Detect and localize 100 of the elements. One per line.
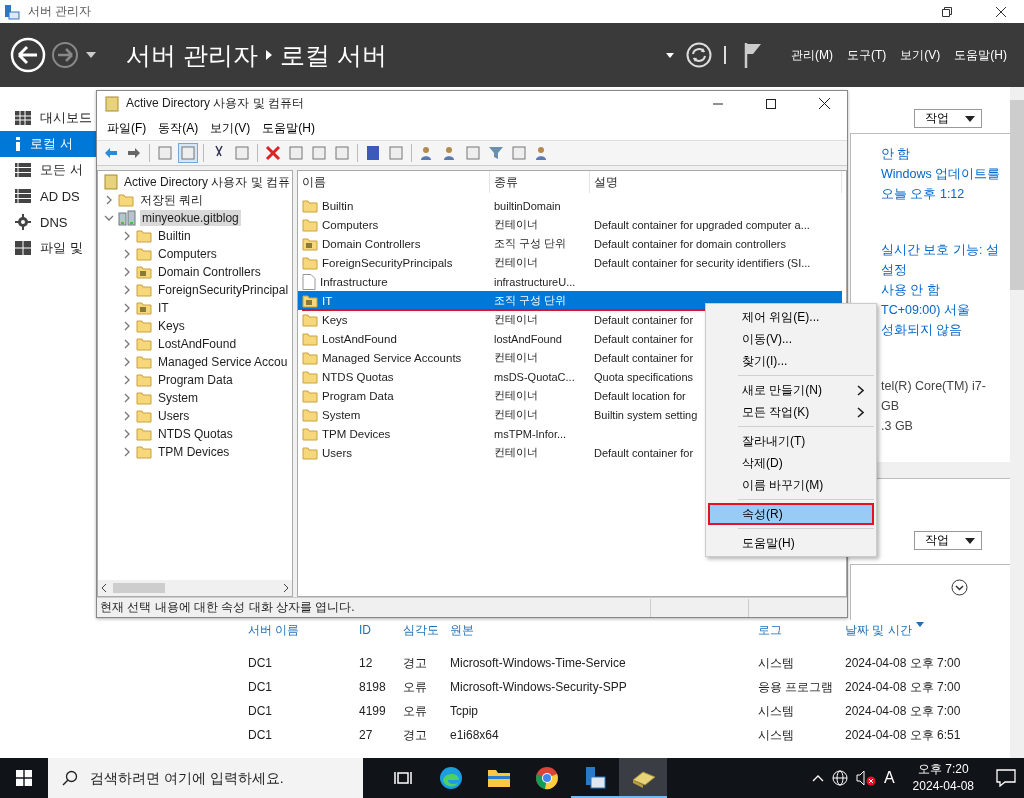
sort-arrow-icon — [915, 621, 924, 627]
list-row[interactable]: Builtin builtinDomain — [298, 196, 842, 215]
column-header[interactable]: 종류 — [490, 171, 590, 193]
property-link[interactable]: 성화되지 않음 — [881, 320, 963, 340]
sidebar-item[interactable]: 모든 서 — [0, 157, 96, 183]
tree-item[interactable]: Computers — [156, 246, 219, 262]
context-menu-item[interactable]: 속성(R) — [708, 503, 874, 525]
expand-chevron-icon[interactable] — [951, 579, 968, 596]
horizontal-scrollbar[interactable] — [98, 580, 292, 596]
property-link[interactable]: 실시간 보호 기능: 설 — [881, 240, 999, 260]
list-row[interactable]: Infrastructure infrastructureU... — [298, 272, 842, 291]
tree-item[interactable]: Builtin — [156, 228, 193, 244]
property-link[interactable]: 안 함 — [881, 144, 911, 164]
item-name: IT — [302, 293, 333, 308]
menu-item[interactable]: 도움말(H) — [256, 119, 321, 137]
tree-item[interactable]: 저장된 쿼리 — [138, 192, 206, 208]
menu-item[interactable]: 도구(T) — [840, 46, 894, 64]
menu-item[interactable]: 관리(M) — [784, 46, 840, 64]
tree-item[interactable]: minyeokue.gitblog — [140, 210, 241, 226]
context-menu-item[interactable]: 삭제(D) — [708, 452, 874, 474]
property-value: GB — [881, 398, 900, 415]
list-row[interactable]: Computers 컨테이너 Default container for upgraded computer a... — [298, 215, 842, 234]
tree-item[interactable]: Program Data — [156, 372, 235, 388]
property-link[interactable]: 설정 — [881, 260, 907, 280]
organizational-unit-icon — [136, 265, 152, 279]
sidebar-item[interactable]: DNS — [0, 209, 96, 235]
vertical-scrollbar[interactable] — [1010, 87, 1024, 758]
folder-icon — [302, 198, 318, 213]
menu-item[interactable]: 파일(F) — [101, 119, 153, 137]
taskbar-app-button[interactable] — [619, 758, 667, 798]
sidebar-item[interactable]: 대시보드 — [0, 105, 96, 131]
input-method-indicator[interactable]: A — [883, 769, 895, 787]
item-name: Program Data — [302, 388, 394, 403]
folder-icon — [487, 768, 511, 788]
table-cell-text: 응용 프로그램 — [758, 678, 835, 696]
item-type: 컨테이너 — [494, 312, 538, 327]
flag-icon[interactable] — [744, 42, 762, 68]
item-description: Default container for security identifiers (SI... — [594, 256, 811, 269]
column-header[interactable]: 날짜 및 시간 — [845, 621, 1008, 639]
item-description: Default container for upgraded computer a... — [594, 218, 810, 231]
column-header[interactable]: ID — [359, 623, 403, 637]
menu-item[interactable]: 동작(A) — [152, 119, 205, 137]
context-menu-item[interactable]: 모든 작업(K) — [708, 401, 874, 423]
folder-icon — [136, 337, 152, 351]
chevron-up-icon[interactable] — [811, 774, 824, 782]
context-menu-item[interactable]: 잘라내기(T) — [708, 430, 874, 452]
search-icon — [62, 770, 78, 786]
tree-item[interactable]: Keys — [156, 318, 187, 334]
close-icon — [818, 98, 830, 109]
column-header[interactable]: 이름 — [298, 171, 490, 193]
globe-icon[interactable] — [831, 770, 848, 786]
breadcrumb-item[interactable]: 로컬 서버 — [279, 38, 387, 72]
context-menu-item[interactable]: 이동(V)... — [708, 328, 874, 350]
search-field[interactable]: 검색하려면 여기에 입력하세요. — [48, 758, 363, 798]
item-name: System — [302, 407, 361, 422]
menu-item[interactable]: 보기(V) — [204, 119, 257, 137]
tree-item[interactable]: LostAndFound — [156, 336, 239, 352]
tree-item[interactable]: Managed Service Accou — [156, 354, 290, 370]
table-cell-text: DC1 — [248, 656, 273, 670]
back-button[interactable] — [10, 37, 46, 73]
list-row[interactable]: Domain Controllers 조직 구성 단위 Default container for domain controllers — [298, 234, 842, 253]
notification-icon[interactable] — [996, 769, 1016, 787]
sidebar-item[interactable]: AD DS — [0, 183, 96, 209]
menu-item[interactable]: 도움말(H) — [947, 46, 1014, 64]
tree-item[interactable]: Users — [156, 408, 192, 424]
forward-button[interactable] — [50, 40, 80, 70]
item-type: msTPM-Infor... — [494, 427, 567, 440]
tree-item[interactable]: IT — [156, 300, 171, 316]
column-header[interactable]: 심각도 — [403, 621, 450, 639]
clock[interactable]: 오후 7:20 2024-04-08 — [912, 761, 974, 795]
column-header[interactable]: 설명 — [590, 171, 842, 193]
column-header[interactable]: 원본 — [450, 621, 758, 639]
property-link[interactable]: Windows 업데이트를 — [881, 164, 1001, 184]
caret-down-icon[interactable] — [86, 52, 96, 58]
context-menu-item[interactable]: 이름 바꾸기(M) — [708, 474, 874, 496]
property-link[interactable]: 오늘 오후 1:12 — [881, 184, 965, 204]
speaker-muted-icon[interactable] — [855, 770, 876, 786]
tree-item[interactable]: Domain Controllers — [156, 264, 263, 280]
tree-item[interactable]: NTDS Quotas — [156, 426, 235, 442]
column-header[interactable]: 서버 이름 — [248, 621, 359, 639]
column-header[interactable]: 로그 — [758, 621, 845, 639]
tree-item[interactable]: TPM Devices — [156, 444, 232, 460]
caret-down-icon[interactable] — [666, 52, 674, 58]
menu-item[interactable]: 보기(V) — [893, 46, 948, 64]
tasks-dropdown[interactable]: 작업 — [914, 109, 982, 128]
item-type: 컨테이너 — [494, 255, 538, 270]
sidebar-item[interactable]: 파일 및 — [0, 235, 96, 261]
property-link[interactable]: TC+09:00) 서울 — [881, 300, 970, 320]
window-title: Active Directory 사용자 및 컴퓨터 — [126, 95, 306, 112]
tree-item[interactable]: Active Directory 사용자 및 컴퓨 — [121, 174, 292, 190]
property-link[interactable]: 사용 안 함 — [881, 280, 940, 300]
toolbar-button[interactable] — [263, 143, 283, 163]
item-name: Users — [302, 445, 353, 460]
sidebar-item[interactable]: 로컬 서 — [0, 131, 96, 157]
tasks-dropdown[interactable]: 작업 — [914, 531, 982, 550]
tree-item[interactable]: ForeignSecurityPrincipal — [156, 282, 291, 298]
breadcrumb-item[interactable]: 서버 관리자 — [126, 38, 258, 72]
list-row[interactable]: ForeignSecurityPrincipals 컨테이너 Default container for security identifiers (SI... — [298, 253, 842, 272]
context-menu-item[interactable]: 도움말(H) — [708, 532, 874, 554]
tree-item[interactable]: System — [156, 390, 200, 406]
